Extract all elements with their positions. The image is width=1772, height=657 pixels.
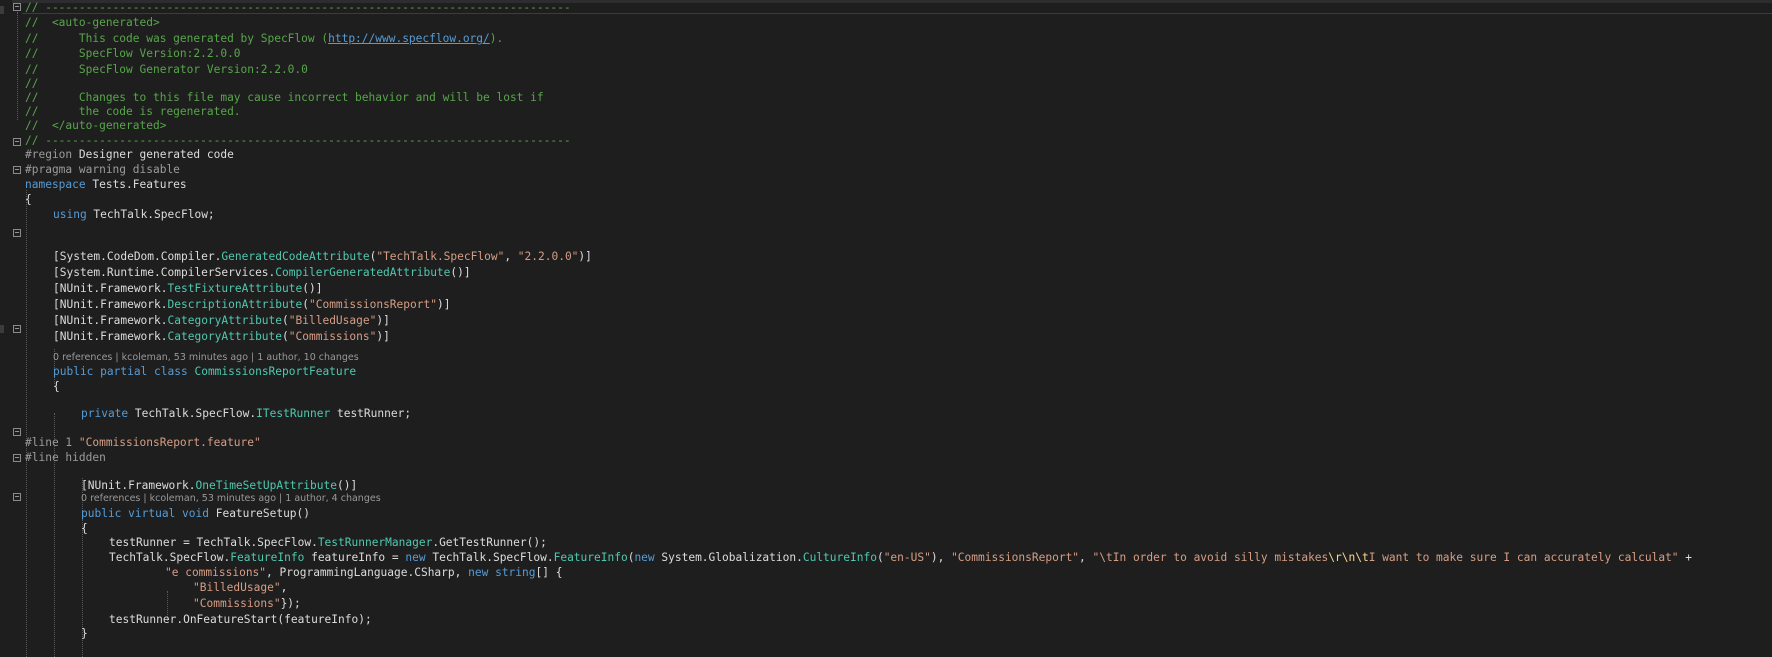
code-line: { — [81, 522, 88, 535]
code-line: // -------------------------------------… — [25, 134, 571, 147]
code-line: namespace Tests.Features — [25, 178, 187, 191]
code-line: #line 1 "CommissionsReport.feature" — [25, 436, 261, 449]
code-line: TechTalk.SpecFlow.FeatureInfo featureInf… — [109, 551, 1693, 564]
code-line: #region Designer generated code — [25, 148, 234, 161]
code-line: [NUnit.Framework.OneTimeSetUpAttribute()… — [81, 479, 358, 492]
collapse-class-toggle[interactable] — [13, 325, 21, 333]
collapse-method-attr-toggle[interactable] — [13, 428, 21, 436]
code-line: testRunner.OnFeatureStart(featureInfo); — [109, 613, 372, 626]
collapse-comment-toggle[interactable] — [13, 3, 21, 11]
breakpoint-margin-marker — [0, 325, 4, 333]
code-line: // This code was generated by SpecFlow (… — [25, 32, 504, 45]
specflow-link[interactable]: http://www.specflow.org/ — [328, 32, 490, 45]
collapse-namespace-toggle[interactable] — [13, 166, 21, 174]
code-line: [System.CodeDom.Compiler.GeneratedCodeAt… — [53, 250, 592, 263]
code-line: // -------------------------------------… — [25, 1, 571, 14]
code-line: // — [25, 77, 39, 90]
collapse-statement-toggle[interactable] — [13, 493, 21, 501]
code-line: "BilledUsage", — [193, 581, 288, 594]
code-line: [NUnit.Framework.CategoryAttribute("Bill… — [53, 314, 390, 327]
change-marker — [0, 6, 4, 14]
code-line: [System.Runtime.CompilerServices.Compile… — [53, 266, 471, 279]
code-line: #pragma warning disable — [25, 163, 180, 176]
code-line: // <auto-generated> — [25, 16, 160, 29]
code-line: "e commissions", ProgrammingLanguage.CSh… — [165, 566, 563, 579]
code-editor[interactable]: // -------------------------------------… — [0, 0, 1772, 657]
collapse-method-toggle[interactable] — [13, 454, 21, 462]
code-line: public virtual void FeatureSetup() — [81, 507, 311, 520]
code-line: [NUnit.Framework.DescriptionAttribute("C… — [53, 298, 451, 311]
code-line: [NUnit.Framework.TestFixtureAttribute()] — [53, 282, 323, 295]
code-line: // Changes to this file may cause incorr… — [25, 91, 544, 104]
collapse-region-toggle[interactable] — [13, 138, 21, 146]
collapse-attributes-toggle[interactable] — [13, 229, 21, 237]
codelens-method[interactable]: 0 references | kcoleman, 53 minutes ago … — [81, 493, 381, 505]
namespace-indent-guide — [26, 190, 27, 657]
code-line: private TechTalk.SpecFlow.ITestRunner te… — [81, 407, 412, 420]
code-line: // SpecFlow Version:2.2.0.0 — [25, 47, 241, 60]
code-line: using TechTalk.SpecFlow; — [53, 208, 215, 221]
code-line: #line hidden — [25, 451, 106, 464]
codelens-class[interactable]: 0 references | kcoleman, 53 minutes ago … — [53, 352, 359, 364]
code-line: { — [53, 380, 60, 393]
code-line: { — [25, 193, 32, 206]
code-line: [NUnit.Framework.CategoryAttribute("Comm… — [53, 330, 390, 343]
code-line: public partial class CommissionsReportFe… — [53, 365, 357, 378]
code-line: "Commissions"}); — [193, 597, 301, 610]
code-line: // </auto-generated> — [25, 119, 167, 132]
code-line: // the code is regenerated. — [25, 105, 241, 118]
code-line: } — [81, 627, 88, 640]
code-line: testRunner = TechTalk.SpecFlow.TestRunne… — [109, 536, 547, 549]
comment-fold-guide — [17, 12, 18, 120]
code-line: // SpecFlow Generator Version:2.2.0.0 — [25, 63, 308, 76]
